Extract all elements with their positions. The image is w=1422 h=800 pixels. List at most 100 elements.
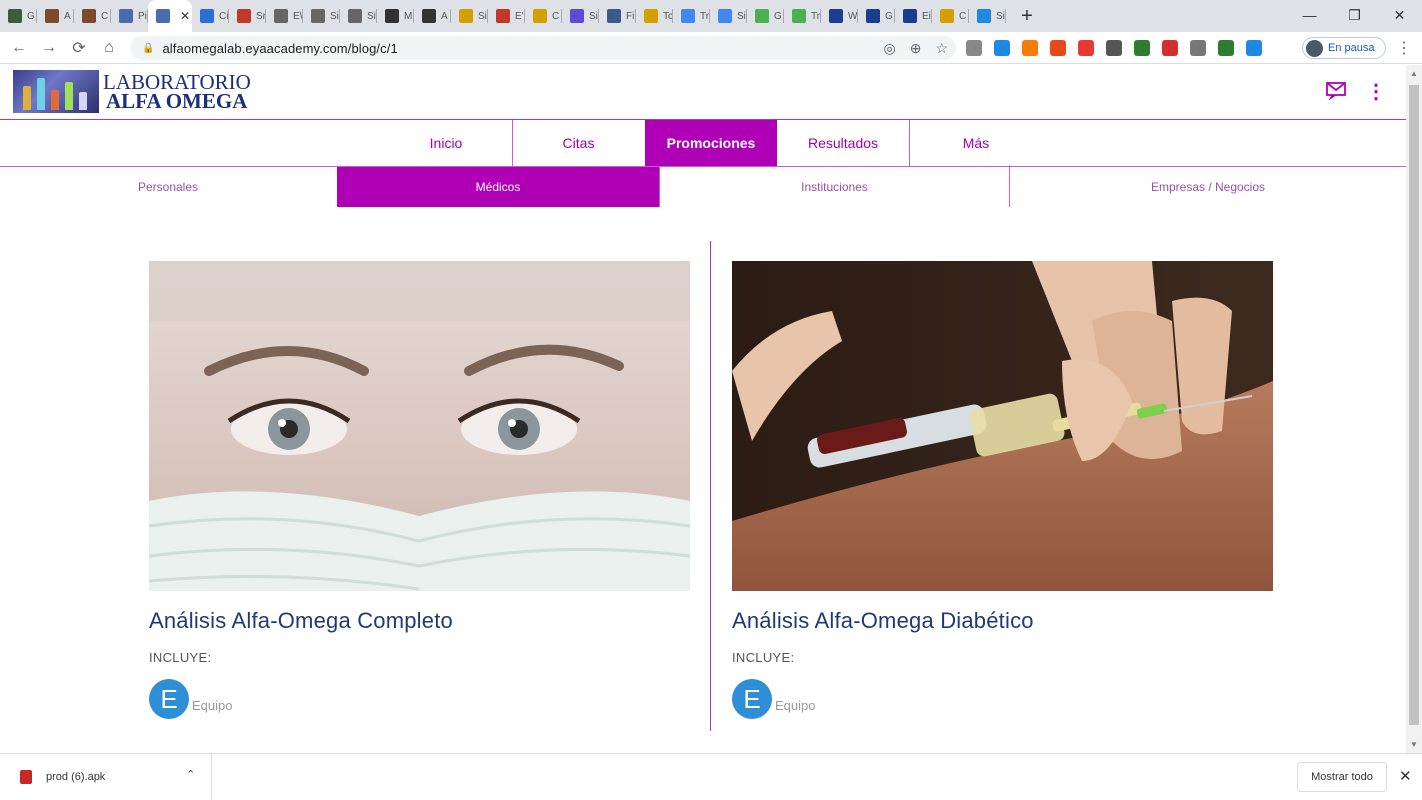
subnav-item-medicos[interactable]: Médicos <box>337 167 659 207</box>
subnav-item-empresas[interactable]: Empresas / Negocios <box>1010 167 1406 207</box>
promo-card[interactable]: Análisis Alfa-Omega Completo INCLUYE: E … <box>149 261 690 719</box>
extension-icon[interactable] <box>1050 40 1066 56</box>
extension-icon[interactable] <box>1106 40 1122 56</box>
close-icon[interactable]: ✕ <box>1399 767 1412 785</box>
browser-tab[interactable]: Si <box>710 0 747 32</box>
subnav-item-instituciones[interactable]: Instituciones <box>660 167 1009 207</box>
home-icon[interactable]: ⌂ <box>94 39 124 57</box>
mail-icon[interactable] <box>1326 82 1346 100</box>
nav-item-resultados[interactable]: Resultados <box>777 120 909 166</box>
browser-tab[interactable]: Ci <box>192 0 229 32</box>
tab-favicon-icon <box>681 9 695 23</box>
tab-title: Ci <box>219 10 229 22</box>
browser-tab-active[interactable]: ✕ <box>148 0 192 32</box>
browser-tab[interactable]: Si <box>562 0 599 32</box>
browser-tab[interactable]: G <box>858 0 895 32</box>
tab-favicon-icon <box>829 9 843 23</box>
extensions-area <box>966 32 1262 64</box>
tab-close-icon[interactable]: ✕ <box>180 9 190 23</box>
show-all-button[interactable]: Mostrar todo <box>1297 762 1387 792</box>
nav-item-mas[interactable]: Más <box>910 120 1042 166</box>
more-options-icon[interactable]: ⋮ <box>1366 79 1386 104</box>
logo-line2: ALFA OMEGA <box>106 88 248 113</box>
extension-icon[interactable] <box>1162 40 1178 56</box>
browser-tab[interactable]: Ei <box>895 0 932 32</box>
tab-title: C <box>101 10 109 22</box>
promo-title[interactable]: Análisis Alfa-Omega Completo <box>149 608 690 634</box>
extension-icon[interactable] <box>1134 40 1150 56</box>
download-filename: prod (6).apk <box>46 771 106 783</box>
zoom-icon[interactable]: ⊕ <box>910 40 922 57</box>
tab-favicon-icon <box>533 9 547 23</box>
browser-tab[interactable]: G <box>747 0 784 32</box>
browser-tab[interactable]: Tc <box>636 0 673 32</box>
scroll-up-icon[interactable]: ▲ <box>1410 69 1418 78</box>
logo-text: LABORATORIO ALFA OMEGA <box>103 71 251 113</box>
browser-tab[interactable]: A <box>414 0 451 32</box>
browser-tab[interactable]: G <box>0 0 37 32</box>
back-icon[interactable]: ← <box>4 39 34 57</box>
page-scrollbar[interactable]: ▲ ▼ <box>1406 65 1422 753</box>
browser-tab[interactable]: W <box>821 0 858 32</box>
browser-tab[interactable]: C <box>932 0 969 32</box>
close-window-button[interactable]: ✕ <box>1377 0 1422 32</box>
tab-favicon-icon <box>718 9 732 23</box>
browser-tab[interactable]: Tr <box>784 0 821 32</box>
browser-tab[interactable]: Si <box>340 0 377 32</box>
reload-icon[interactable]: ⟳ <box>64 38 94 58</box>
scroll-down-icon[interactable]: ▼ <box>1410 740 1418 749</box>
bookmark-star-icon[interactable]: ☆ <box>935 40 948 57</box>
browser-tab[interactable]: Si <box>451 0 488 32</box>
promo-card[interactable]: Análisis Alfa-Omega Diabético INCLUYE: E… <box>732 261 1273 719</box>
tab-favicon-icon <box>570 9 584 23</box>
site-logo[interactable]: LABORATORIO ALFA OMEGA <box>13 70 251 113</box>
chevron-up-icon[interactable]: ⌃ <box>186 768 195 781</box>
profile-button[interactable]: En pausa <box>1302 37 1386 59</box>
extension-icon[interactable] <box>1190 40 1206 56</box>
address-bar[interactable]: 🔒 alfaomegalab.eyaacademy.com/blog/c/1 ◎… <box>130 36 956 60</box>
nav-item-inicio[interactable]: Inicio <box>380 120 512 166</box>
browser-tab[interactable]: Tr <box>673 0 710 32</box>
browser-tab[interactable]: Si <box>969 0 1006 32</box>
scroll-thumb[interactable] <box>1409 85 1419 725</box>
browser-tab[interactable]: Pi <box>111 0 148 32</box>
browser-tab[interactable]: M <box>377 0 414 32</box>
browser-tab[interactable]: C <box>74 0 111 32</box>
tab-favicon-icon <box>385 9 399 23</box>
tab-favicon-icon <box>755 9 769 23</box>
extension-icon[interactable] <box>1246 40 1262 56</box>
extension-icon[interactable] <box>966 40 982 56</box>
browser-tab[interactable]: E\ <box>266 0 303 32</box>
browser-tab[interactable]: Sr <box>229 0 266 32</box>
promo-photo-mask <box>149 261 690 591</box>
forward-icon[interactable]: → <box>34 39 64 57</box>
minimize-button[interactable]: — <box>1287 0 1332 32</box>
extension-icon[interactable] <box>1078 40 1094 56</box>
extension-icon[interactable] <box>1218 40 1234 56</box>
main-navigation: Inicio Citas Promociones Resultados Más <box>0 120 1406 167</box>
tab-title: Si <box>589 10 598 22</box>
column-divider <box>710 241 711 731</box>
maximize-button[interactable]: ❐ <box>1332 0 1377 32</box>
tab-favicon-icon <box>459 9 473 23</box>
browser-tab[interactable]: E' <box>488 0 525 32</box>
promo-title[interactable]: Análisis Alfa-Omega Diabético <box>732 608 1273 634</box>
extension-icon[interactable] <box>994 40 1010 56</box>
extension-icon[interactable] <box>1022 40 1038 56</box>
tab-title: A <box>64 10 71 22</box>
tab-title: Si <box>330 10 339 22</box>
browser-tab[interactable]: A <box>37 0 74 32</box>
nav-item-promociones[interactable]: Promociones <box>645 120 777 166</box>
new-tab-button[interactable]: + <box>1012 5 1042 28</box>
browser-menu-icon[interactable]: ⋮ <box>1396 38 1412 58</box>
download-item[interactable]: prod (6).apk ⌃ <box>0 754 212 800</box>
browser-tab[interactable]: Si <box>303 0 340 32</box>
nav-item-citas[interactable]: Citas <box>513 120 644 166</box>
browser-tab[interactable]: C <box>525 0 562 32</box>
tab-title: G <box>27 10 35 22</box>
logo-image <box>13 70 99 113</box>
location-icon[interactable]: ◎ <box>883 40 895 57</box>
tab-title: C <box>959 10 967 22</box>
subnav-item-personales[interactable]: Personales <box>0 167 336 207</box>
browser-tab[interactable]: Fi <box>599 0 636 32</box>
